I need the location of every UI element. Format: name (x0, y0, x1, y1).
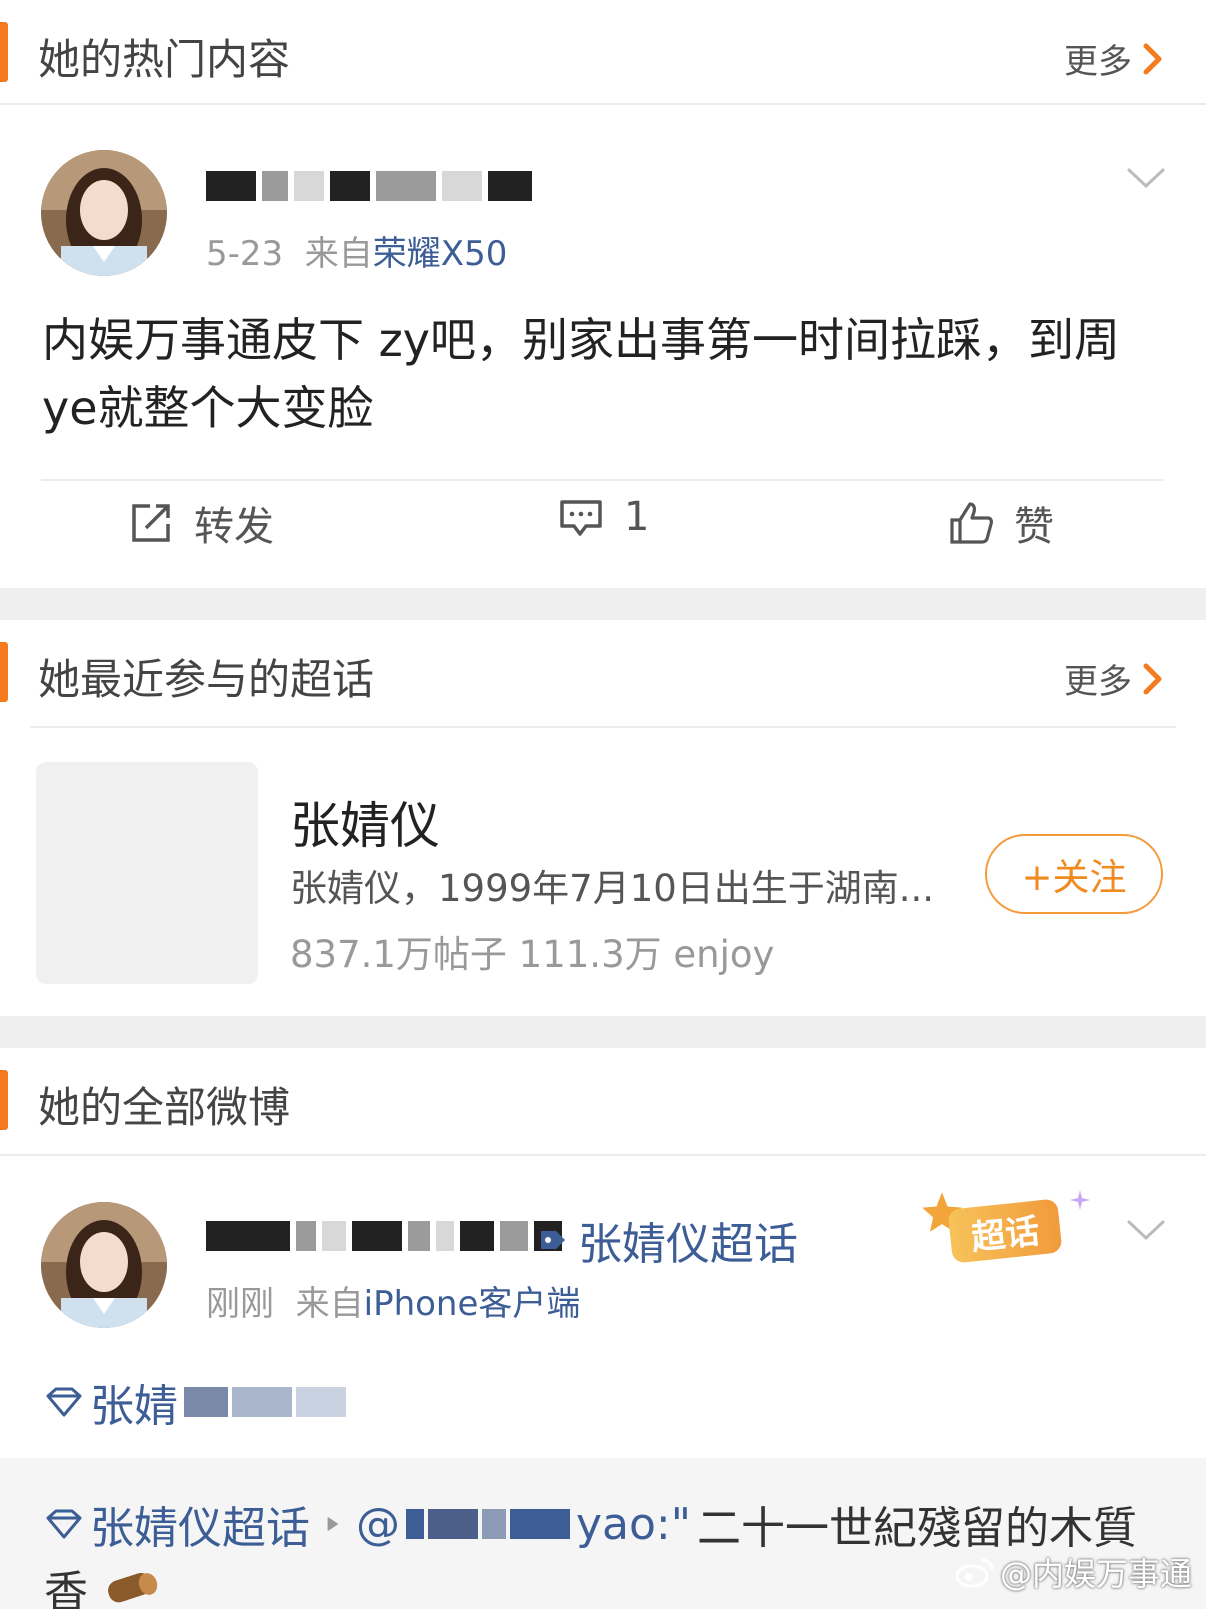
repost-line2-text: 香 (44, 1567, 88, 1609)
mention-prefix[interactable]: @ (356, 1499, 400, 1550)
more-link[interactable]: 更多 (1064, 654, 1166, 703)
chevron-right-icon (1143, 663, 1162, 694)
supertopic-badge-label: 超话 (947, 1198, 1063, 1264)
watermark: @内娱万事通 (954, 1549, 1192, 1595)
repost-topic-link[interactable]: 张婧仪超话 (90, 1492, 310, 1556)
hot-content-header: 她的热门内容 更多 (0, 0, 1206, 104)
all-posts-header: 她的全部微博 (0, 1048, 1206, 1152)
supertopic-header: 她最近参与的超话 更多 (0, 620, 1206, 724)
post-text[interactable]: 内娱万事通皮下 zy吧，别家出事第一时间拉踩，到周 ye就整个大变脸 (42, 306, 1172, 442)
from-prefix: 来自 (304, 234, 373, 274)
section-title: 她的热门内容 (38, 35, 291, 84)
topic-tag-label: 张婧 (90, 1381, 178, 1432)
avatar[interactable] (41, 150, 167, 276)
redacted-text (184, 1387, 346, 1417)
topic-name[interactable]: 张婧仪 (290, 786, 440, 858)
hot-content-card: 她的热门内容 更多 5-23 来自荣耀X50 内娱万事通皮下 zy吧，别家出事第… (0, 0, 1206, 588)
post-meta: 刚刚 来自iPhone客户端 (206, 1276, 580, 1325)
repost-label: 转发 (194, 504, 274, 550)
repost-line2-tail: _ (176, 1562, 198, 1609)
section-accent-bar (0, 642, 8, 702)
topic-thumbnail[interactable] (36, 762, 258, 984)
comment-button[interactable]: 1 (558, 494, 649, 540)
thumbs-up-icon (950, 502, 993, 544)
post-topic-tag[interactable]: 张婧 (44, 1370, 346, 1434)
mention-tail[interactable]: yao:" (576, 1499, 691, 1550)
weibo-logo-icon (955, 1558, 994, 1588)
repost-icon (132, 504, 170, 542)
section-title: 她最近参与的超话 (38, 655, 375, 704)
from-prefix: 来自 (295, 1284, 364, 1324)
watermark-text: @内娱万事通 (999, 1555, 1192, 1593)
more-link[interactable]: 更多 (1064, 34, 1166, 83)
section-title: 她的全部微博 (38, 1083, 291, 1132)
divider (30, 726, 1176, 728)
post-text-line: 内娱万事通皮下 zy吧，别家出事第一时间拉踩，到周 (42, 313, 1120, 367)
post-meta: 5-23 来自荣耀X50 (206, 226, 507, 275)
supertopic-link-label: 张婧仪超话 (578, 1219, 798, 1270)
divider (0, 103, 1206, 105)
wood-log-icon (108, 1573, 158, 1603)
divider (41, 479, 1163, 481)
follow-button[interactable]: +关注 (985, 834, 1163, 914)
diamond-icon (46, 1509, 82, 1539)
post-text-line: ye就整个大变脸 (42, 381, 374, 435)
sparkle-icon (1070, 1190, 1090, 1210)
comment-icon (560, 500, 602, 536)
section-accent-bar (0, 1070, 8, 1130)
repost-button[interactable]: 转发 (128, 494, 274, 552)
username-redacted[interactable] (206, 1218, 562, 1254)
section-accent-bar (0, 22, 8, 82)
more-label: 更多 (1064, 662, 1132, 702)
chevron-right-icon (1143, 43, 1162, 74)
play-arrow-icon (327, 1516, 339, 1532)
post-date: 5-23 (206, 234, 284, 274)
post-source[interactable]: 荣耀X50 (373, 234, 508, 274)
chevron-down-icon[interactable] (1126, 166, 1166, 190)
repost-text-line2: 香 _ (44, 1556, 198, 1609)
topic-description: 张婧仪，1999年7月10日出生于湖南... (290, 867, 935, 910)
diamond-icon (46, 1387, 82, 1417)
supertopic-badge[interactable]: 超话 (920, 1190, 1090, 1274)
redacted-username (406, 1509, 570, 1539)
repost-text[interactable]: 张婧仪超话 @ yao:" 二十一世紀殘留的木質 (44, 1492, 1137, 1556)
supertopic-link[interactable]: 张婧仪超话 (538, 1208, 798, 1272)
avatar[interactable] (41, 1202, 167, 1328)
chevron-down-icon[interactable] (1126, 1218, 1166, 1242)
like-button[interactable]: 赞 (948, 494, 1054, 552)
post-source[interactable]: iPhone客户端 (364, 1284, 581, 1324)
comment-count: 1 (624, 494, 650, 540)
divider (0, 1154, 1206, 1156)
username-redacted[interactable] (206, 168, 532, 204)
supertopic-tag-icon (541, 1231, 565, 1249)
repost-quote: 二十一世紀殘留的木質 (696, 1503, 1137, 1554)
like-label: 赞 (1014, 504, 1054, 550)
post-time: 刚刚 (206, 1284, 274, 1324)
more-label: 更多 (1064, 42, 1132, 82)
topic-stats: 837.1万帖子 111.3万 enjoy (290, 933, 775, 976)
